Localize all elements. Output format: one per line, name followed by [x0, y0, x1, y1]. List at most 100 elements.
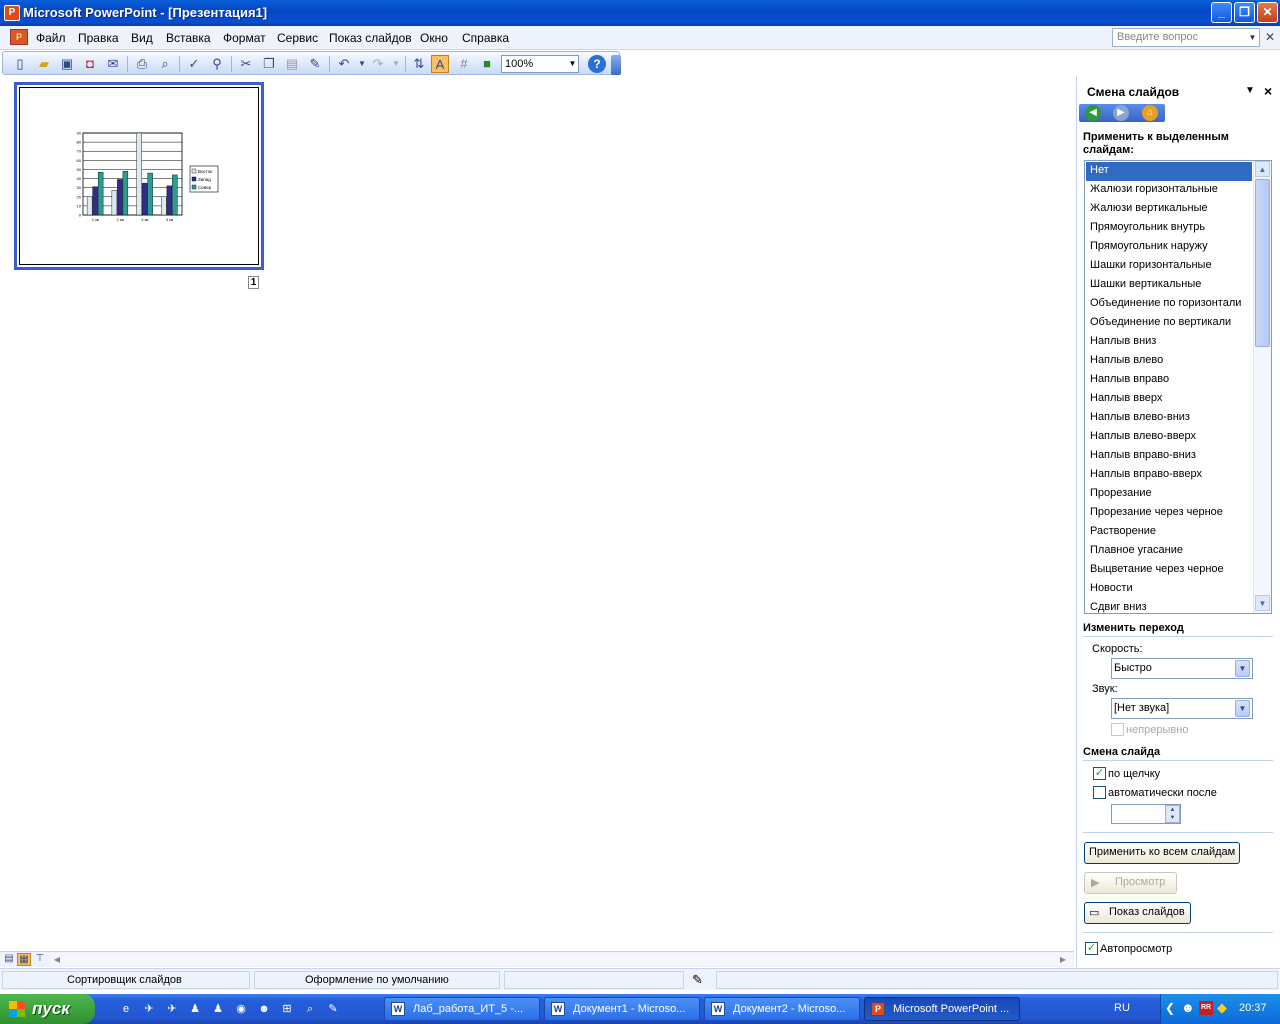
language-indicator[interactable]: RU [1114, 1002, 1130, 1014]
transition-item[interactable]: Жалюзи горизонтальные [1086, 181, 1252, 200]
redo-dropdown-icon[interactable]: ▼ [387, 55, 405, 73]
transition-item[interactable]: Шашки горизонтальные [1086, 257, 1252, 276]
media-player-icon[interactable]: ◉ [233, 1001, 249, 1017]
menu-format[interactable]: Формат [223, 31, 266, 45]
quicklaunch-icon[interactable]: ✈ [141, 1001, 157, 1017]
tray-rr-icon[interactable]: RR [1199, 1001, 1213, 1015]
preview-button[interactable]: ▶ Просмотр [1084, 872, 1177, 894]
transition-item[interactable]: Новости [1086, 580, 1252, 599]
start-button[interactable]: пуск [0, 994, 95, 1024]
spinner-arrows-icon[interactable]: ▲ ▼ [1165, 805, 1180, 823]
color-grayscale-icon[interactable]: ■ [478, 55, 496, 73]
menu-file[interactable]: Файл [36, 31, 66, 45]
transition-item[interactable]: Выцветание через черное [1086, 561, 1252, 580]
toolbar-options-icon[interactable] [611, 55, 621, 75]
transition-item[interactable]: Наплыв вправо-вниз [1086, 447, 1252, 466]
open-icon[interactable]: ▰ [35, 55, 53, 73]
close-button[interactable]: ✕ [1257, 2, 1278, 23]
loop-checkbox[interactable] [1111, 723, 1124, 736]
redo-icon[interactable]: ↷ [369, 55, 387, 73]
task-pane-menu-icon[interactable]: ▼ [1245, 85, 1255, 96]
menu-view[interactable]: Вид [131, 31, 153, 45]
transition-item[interactable]: Сдвиг вниз [1086, 599, 1252, 613]
slide-sorter-view-icon[interactable]: ▦ [17, 953, 31, 966]
transition-item[interactable]: Шашки вертикальные [1086, 276, 1252, 295]
tools-icon[interactable]: ✎ [325, 1001, 341, 1017]
transition-item[interactable]: Плавное угасание [1086, 542, 1252, 561]
task-pane-close-icon[interactable]: × [1264, 83, 1272, 99]
slideshow-view-icon[interactable]: ⊤ [33, 953, 47, 966]
speed-dropdown-icon[interactable]: ▼ [1235, 660, 1250, 677]
transition-list-scrollbar[interactable]: ▲ ▼ [1253, 161, 1271, 613]
speed-select[interactable]: Быстро [1111, 658, 1253, 679]
ask-dropdown-arrow[interactable]: ▼ [1246, 29, 1259, 46]
menu-window[interactable]: Окно [420, 31, 448, 45]
transition-item[interactable]: Прямоугольник внутрь [1086, 219, 1252, 238]
autopreview-checkbox[interactable]: ✓ [1085, 942, 1098, 955]
show-formatting-icon[interactable]: A [431, 55, 449, 73]
slide-thumbnail[interactable]: 90 80 70 60 50 40 30 20 10 0 1 кв 2 кв 3 кв 4 кв Восто… [14, 82, 264, 270]
transition-list[interactable]: Нет Жалюзи горизонтальные Жалюзи вертикаль… [1084, 160, 1272, 614]
forward-icon[interactable]: ▶ [1113, 105, 1129, 121]
scroll-thumb[interactable] [1255, 179, 1270, 347]
print-preview-icon[interactable]: ⌕ [156, 55, 174, 73]
horizontal-scrollbar[interactable]: ◀ ▶ [50, 953, 1072, 966]
scroll-down-icon[interactable]: ▼ [1255, 595, 1270, 611]
close-document-icon[interactable]: ✕ [1265, 30, 1275, 44]
spelling-status-icon[interactable]: ✎ [692, 972, 703, 988]
menu-slideshow[interactable]: Показ слайдов [329, 31, 412, 45]
taskbar-button-powerpoint[interactable]: P Microsoft PowerPoint ... [864, 997, 1020, 1021]
spelling-icon[interactable]: ✓ [185, 55, 203, 73]
permission-icon[interactable]: ◘ [81, 55, 99, 73]
format-painter-icon[interactable]: ✎ [306, 55, 324, 73]
transition-item[interactable]: Объединение по горизонтали [1086, 295, 1252, 314]
tray-expand-icon[interactable]: ❮ [1165, 1001, 1175, 1015]
transition-item[interactable]: Наплыв вверх [1086, 390, 1252, 409]
new-icon[interactable]: ▯ [11, 55, 29, 73]
transition-item[interactable]: Наплыв вправо [1086, 371, 1252, 390]
quicklaunch-icon[interactable]: ✈ [164, 1001, 180, 1017]
transition-item[interactable]: Прорезание через черное [1086, 504, 1252, 523]
transition-item[interactable]: Наплыв влево-вниз [1086, 409, 1252, 428]
email-icon[interactable]: ✉ [104, 55, 122, 73]
auto-after-checkbox[interactable] [1093, 786, 1106, 799]
restore-button[interactable]: ❐ [1234, 2, 1255, 23]
normal-view-icon[interactable]: ▤ [2, 953, 16, 966]
grid-icon[interactable]: # [455, 55, 473, 73]
transition-item[interactable]: Объединение по вертикали [1086, 314, 1252, 333]
ie-icon[interactable]: e [118, 1001, 134, 1017]
print-icon[interactable]: ⎙ [133, 55, 151, 73]
taskbar-button-doc[interactable]: W Лаб_работа_ИТ_5 -... [384, 997, 540, 1021]
save-icon[interactable]: ▣ [58, 55, 76, 73]
transition-item[interactable]: Наплыв влево [1086, 352, 1252, 371]
apply-to-all-button[interactable]: Применить ко всем слайдам [1084, 842, 1241, 864]
menu-edit[interactable]: Правка [78, 31, 119, 45]
back-icon[interactable]: ◀ [1085, 105, 1101, 121]
quicklaunch-icon[interactable]: ♟ [187, 1001, 203, 1017]
on-click-checkbox[interactable]: ✓ [1093, 767, 1106, 780]
scroll-right-icon[interactable]: ▶ [1056, 953, 1070, 966]
quicklaunch-icon[interactable]: ⊞ [279, 1001, 295, 1017]
zoom-dropdown-arrow[interactable]: ▼ [567, 56, 578, 72]
research-icon[interactable]: ⚲ [208, 55, 226, 73]
sound-select[interactable]: [Нет звука] [1111, 698, 1253, 719]
transition-item[interactable]: Наплыв вправо-вверх [1086, 466, 1252, 485]
document-icon[interactable]: P [10, 29, 28, 45]
expand-all-icon[interactable]: ⇅ [410, 55, 428, 73]
menu-tools[interactable]: Сервис [277, 31, 318, 45]
transition-item[interactable]: Наплыв влево-вверх [1086, 428, 1252, 447]
menu-insert[interactable]: Вставка [166, 31, 211, 45]
sound-dropdown-icon[interactable]: ▼ [1235, 700, 1250, 717]
quicklaunch-icon[interactable]: ☻ [256, 1001, 272, 1017]
paste-icon[interactable]: ▤ [283, 55, 301, 73]
scroll-left-icon[interactable]: ◀ [50, 953, 64, 966]
transition-item[interactable]: Прямоугольник наружу [1086, 238, 1252, 257]
search-icon[interactable]: ⌕ [302, 1001, 318, 1017]
copy-icon[interactable]: ❐ [260, 55, 278, 73]
scroll-up-icon[interactable]: ▲ [1255, 161, 1270, 177]
undo-icon[interactable]: ↶ [335, 55, 353, 73]
powerpoint-app-icon[interactable]: P [4, 5, 20, 21]
ask-question-input[interactable]: Введите вопрос [1112, 28, 1260, 47]
cut-icon[interactable]: ✂ [237, 55, 255, 73]
transition-item[interactable]: Наплыв вниз [1086, 333, 1252, 352]
